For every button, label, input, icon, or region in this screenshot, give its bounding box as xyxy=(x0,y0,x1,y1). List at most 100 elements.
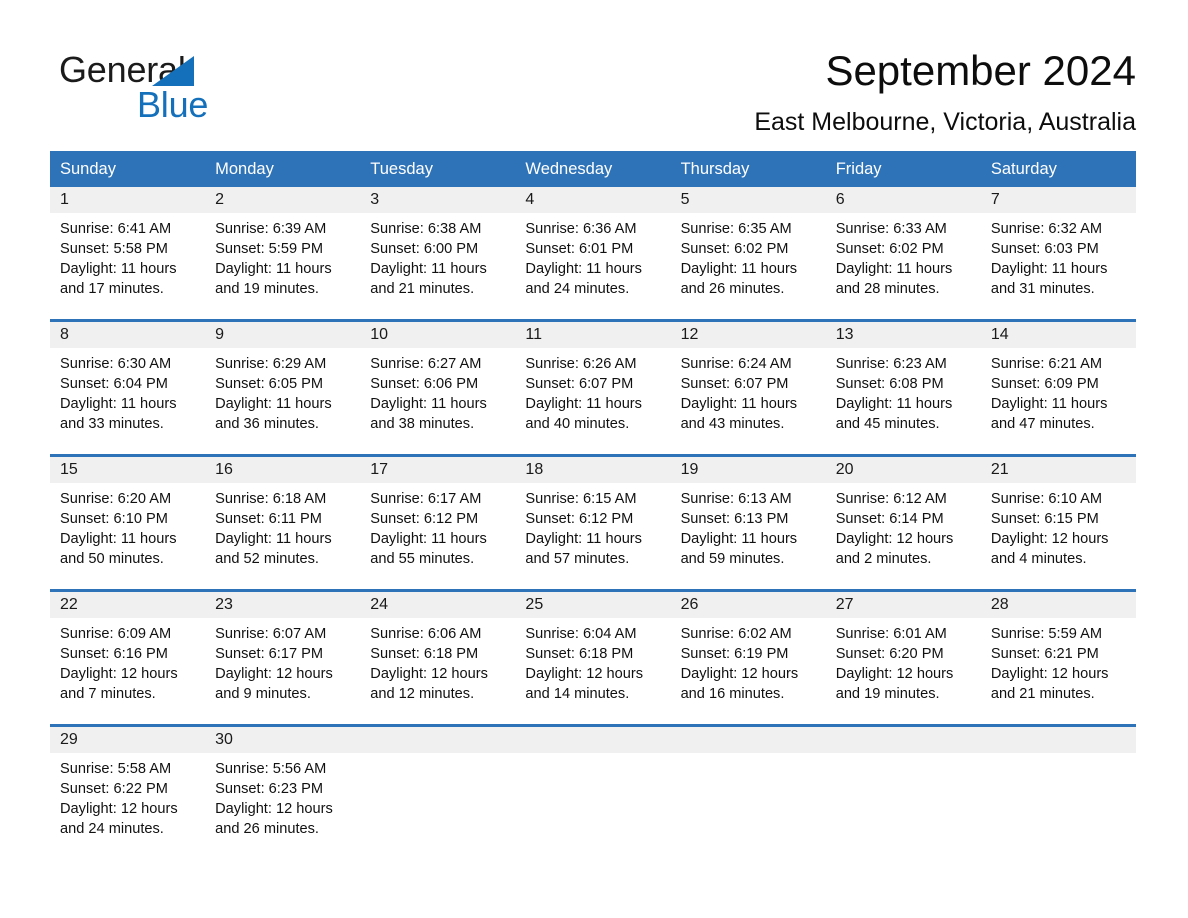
day-cell[interactable]: 5 Sunrise: 6:35 AM Sunset: 6:02 PM Dayli… xyxy=(670,187,826,319)
sunrise-text: Sunrise: 5:58 AM xyxy=(60,761,172,777)
sunrise-text: Sunrise: 6:17 AM xyxy=(370,491,482,507)
sunset-text: Sunset: 6:04 PM xyxy=(60,376,168,392)
day-cell[interactable]: 16 Sunrise: 6:18 AM Sunset: 6:11 PM Dayl… xyxy=(205,457,361,589)
day-details: Sunrise: 6:01 AM Sunset: 6:20 PM Dayligh… xyxy=(826,618,981,704)
sunrise-text: Sunrise: 6:21 AM xyxy=(990,356,1102,372)
day-cell[interactable]: 19 Sunrise: 6:13 AM Sunset: 6:13 PM Dayl… xyxy=(670,457,826,589)
weekday-header-wednesday: Wednesday xyxy=(525,160,613,178)
sunrise-text: Sunrise: 6:15 AM xyxy=(525,491,637,507)
day-number: 6 xyxy=(825,187,981,213)
day-cell[interactable]: 7 Sunrise: 6:32 AM Sunset: 6:03 PM Dayli… xyxy=(980,187,1136,319)
daylight-text: Daylight: 11 hours and 33 minutes. xyxy=(60,396,177,432)
daylight-text: Daylight: 12 hours and 7 minutes. xyxy=(60,666,178,702)
sunrise-text: Sunrise: 6:09 AM xyxy=(60,626,172,642)
sunset-text: Sunset: 6:13 PM xyxy=(680,511,789,527)
day-cell[interactable]: 14 Sunrise: 6:21 AM Sunset: 6:09 PM Dayl… xyxy=(980,322,1136,454)
sunrise-text: Sunrise: 6:29 AM xyxy=(215,356,327,372)
daylight-text: Daylight: 11 hours and 52 minutes. xyxy=(215,531,332,567)
daylight-text: Daylight: 11 hours and 40 minutes. xyxy=(525,396,642,432)
day-cell[interactable]: 30 Sunrise: 5:56 AM Sunset: 6:23 PM Dayl… xyxy=(205,727,361,859)
day-details: Sunrise: 6:30 AM Sunset: 6:04 PM Dayligh… xyxy=(50,348,205,434)
sunset-text: Sunset: 6:02 PM xyxy=(680,241,789,257)
day-cell[interactable]: 28 Sunrise: 5:59 AM Sunset: 6:21 PM Dayl… xyxy=(980,592,1136,724)
day-number: 5 xyxy=(670,187,826,213)
sunset-text: Sunset: 6:00 PM xyxy=(370,241,479,257)
sunset-text: Sunset: 6:02 PM xyxy=(835,241,944,257)
day-cell-empty xyxy=(670,727,826,859)
weekday-header-tuesday: Tuesday xyxy=(370,160,433,178)
sunset-text: Sunset: 6:09 PM xyxy=(990,376,1099,392)
day-details: Sunrise: 6:12 AM Sunset: 6:14 PM Dayligh… xyxy=(826,483,981,569)
day-details: Sunrise: 6:39 AM Sunset: 5:59 PM Dayligh… xyxy=(205,213,360,299)
weekday-header-row: Sunday Monday Tuesday Wednesday Thursday… xyxy=(50,151,1136,187)
day-cell[interactable]: 24 Sunrise: 6:06 AM Sunset: 6:18 PM Dayl… xyxy=(360,592,516,724)
daylight-text: Daylight: 11 hours and 38 minutes. xyxy=(370,396,487,432)
daylight-text: Daylight: 12 hours and 16 minutes. xyxy=(680,666,799,702)
day-cell[interactable]: 2 Sunrise: 6:39 AM Sunset: 5:59 PM Dayli… xyxy=(205,187,361,319)
weekday-header-friday: Friday xyxy=(835,160,882,178)
sunrise-text: Sunrise: 6:06 AM xyxy=(370,626,482,642)
day-cell[interactable]: 8 Sunrise: 6:30 AM Sunset: 6:04 PM Dayli… xyxy=(50,322,206,454)
day-details: Sunrise: 5:58 AM Sunset: 6:22 PM Dayligh… xyxy=(50,753,205,839)
day-cell[interactable]: 17 Sunrise: 6:17 AM Sunset: 6:12 PM Dayl… xyxy=(360,457,516,589)
day-details: Sunrise: 6:18 AM Sunset: 6:11 PM Dayligh… xyxy=(205,483,360,569)
day-cell[interactable]: 23 Sunrise: 6:07 AM Sunset: 6:17 PM Dayl… xyxy=(205,592,361,724)
sunrise-text: Sunrise: 6:30 AM xyxy=(60,356,172,372)
weekday-header-saturday: Saturday xyxy=(990,160,1057,178)
sunset-text: Sunset: 6:15 PM xyxy=(990,511,1099,527)
day-cell[interactable]: 13 Sunrise: 6:23 AM Sunset: 6:08 PM Dayl… xyxy=(825,322,981,454)
day-cell[interactable]: 9 Sunrise: 6:29 AM Sunset: 6:05 PM Dayli… xyxy=(205,322,361,454)
day-number: 2 xyxy=(205,187,361,213)
daylight-text: Daylight: 12 hours and 26 minutes. xyxy=(215,801,333,837)
day-cell[interactable]: 27 Sunrise: 6:01 AM Sunset: 6:20 PM Dayl… xyxy=(825,592,981,724)
day-cell[interactable]: 25 Sunrise: 6:04 AM Sunset: 6:18 PM Dayl… xyxy=(515,592,671,724)
daylight-text: Daylight: 12 hours and 14 minutes. xyxy=(525,666,644,702)
day-cell[interactable]: 1 Sunrise: 6:41 AM Sunset: 5:58 PM Dayli… xyxy=(50,187,206,319)
day-cell[interactable]: 6 Sunrise: 6:33 AM Sunset: 6:02 PM Dayli… xyxy=(825,187,981,319)
day-details: Sunrise: 6:29 AM Sunset: 6:05 PM Dayligh… xyxy=(205,348,360,434)
day-cell[interactable]: 3 Sunrise: 6:38 AM Sunset: 6:00 PM Dayli… xyxy=(360,187,516,319)
day-number xyxy=(360,727,516,753)
day-cell[interactable]: 12 Sunrise: 6:24 AM Sunset: 6:07 PM Dayl… xyxy=(670,322,826,454)
sunset-text: Sunset: 6:11 PM xyxy=(215,511,322,527)
daylight-text: Daylight: 11 hours and 31 minutes. xyxy=(990,261,1108,297)
day-number xyxy=(670,727,826,753)
day-details: Sunrise: 5:59 AM Sunset: 6:21 PM Dayligh… xyxy=(981,618,1136,704)
sunset-text: Sunset: 6:22 PM xyxy=(60,781,168,797)
day-details: Sunrise: 6:36 AM Sunset: 6:01 PM Dayligh… xyxy=(515,213,670,299)
daylight-text: Daylight: 11 hours and 59 minutes. xyxy=(680,531,798,567)
daylight-text: Daylight: 11 hours and 28 minutes. xyxy=(835,261,953,297)
day-number: 21 xyxy=(980,457,1136,483)
daylight-text: Daylight: 12 hours and 9 minutes. xyxy=(215,666,333,702)
day-number: 8 xyxy=(50,322,206,348)
day-cell-empty xyxy=(360,727,516,859)
sunrise-text: Sunrise: 6:38 AM xyxy=(370,221,482,237)
day-number: 20 xyxy=(825,457,981,483)
day-cell[interactable]: 10 Sunrise: 6:27 AM Sunset: 6:06 PM Dayl… xyxy=(360,322,516,454)
day-cell[interactable]: 26 Sunrise: 6:02 AM Sunset: 6:19 PM Dayl… xyxy=(670,592,826,724)
sunset-text: Sunset: 6:07 PM xyxy=(525,376,634,392)
day-cell[interactable]: 21 Sunrise: 6:10 AM Sunset: 6:15 PM Dayl… xyxy=(980,457,1136,589)
day-cell[interactable]: 4 Sunrise: 6:36 AM Sunset: 6:01 PM Dayli… xyxy=(515,187,671,319)
day-number: 4 xyxy=(515,187,671,213)
daylight-text: Daylight: 12 hours and 19 minutes. xyxy=(835,666,954,702)
day-cell[interactable]: 15 Sunrise: 6:20 AM Sunset: 6:10 PM Dayl… xyxy=(50,457,206,589)
day-details: Sunrise: 6:06 AM Sunset: 6:18 PM Dayligh… xyxy=(360,618,515,704)
day-cell[interactable]: 18 Sunrise: 6:15 AM Sunset: 6:12 PM Dayl… xyxy=(515,457,671,589)
daylight-text: Daylight: 11 hours and 36 minutes. xyxy=(215,396,332,432)
day-cell[interactable]: 11 Sunrise: 6:26 AM Sunset: 6:07 PM Dayl… xyxy=(515,322,671,454)
day-details: Sunrise: 6:09 AM Sunset: 6:16 PM Dayligh… xyxy=(50,618,205,704)
day-cell[interactable]: 22 Sunrise: 6:09 AM Sunset: 6:16 PM Dayl… xyxy=(50,592,206,724)
day-details: Sunrise: 6:23 AM Sunset: 6:08 PM Dayligh… xyxy=(826,348,981,434)
day-cell[interactable]: 29 Sunrise: 5:58 AM Sunset: 6:22 PM Dayl… xyxy=(50,727,206,859)
sunrise-text: Sunrise: 6:10 AM xyxy=(990,491,1102,507)
day-cell-empty xyxy=(980,727,1136,859)
sunrise-text: Sunrise: 6:35 AM xyxy=(680,221,792,237)
day-details: Sunrise: 6:41 AM Sunset: 5:58 PM Dayligh… xyxy=(50,213,205,299)
daylight-text: Daylight: 12 hours and 2 minutes. xyxy=(835,531,954,567)
sunrise-text: Sunrise: 6:27 AM xyxy=(370,356,482,372)
day-cell[interactable]: 20 Sunrise: 6:12 AM Sunset: 6:14 PM Dayl… xyxy=(825,457,981,589)
day-number: 22 xyxy=(50,592,206,618)
day-details: Sunrise: 6:38 AM Sunset: 6:00 PM Dayligh… xyxy=(360,213,515,299)
sunrise-text: Sunrise: 6:26 AM xyxy=(525,356,637,372)
